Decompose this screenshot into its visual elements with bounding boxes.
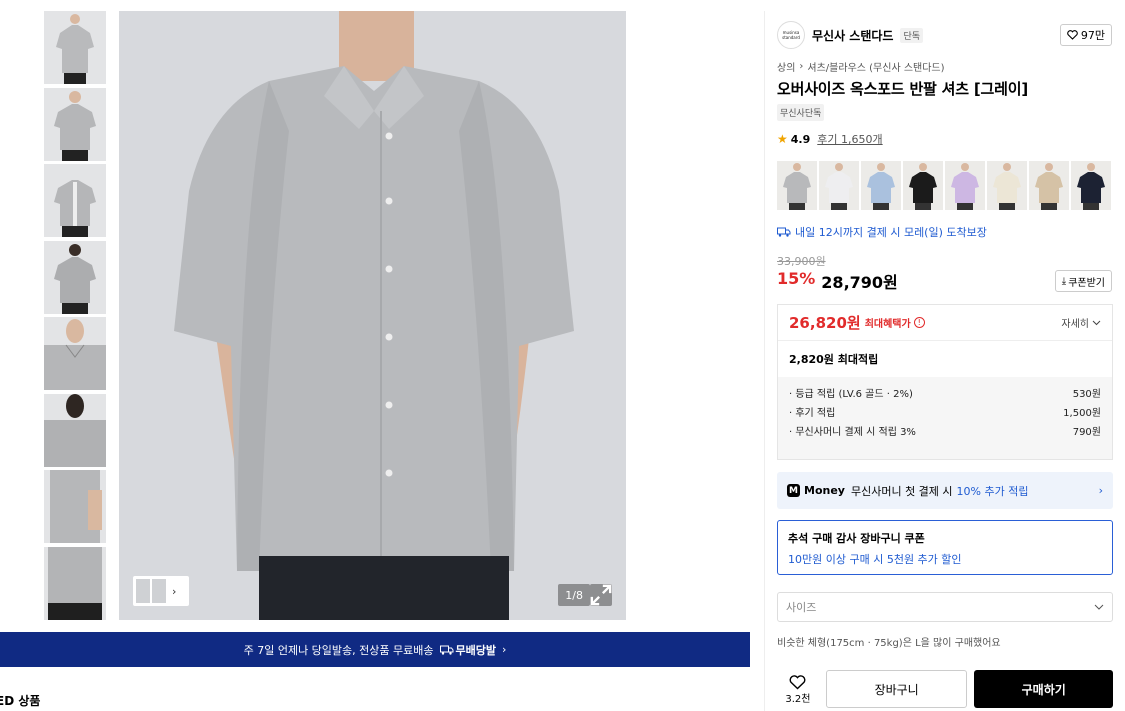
thumbnail-5[interactable]	[44, 317, 106, 390]
points-list: · 등급 적립 (LV.6 골드 · 2%) 530원 · 후기 적립 1,500원 ·…	[778, 377, 1112, 459]
mini-gallery-preview[interactable]: ›	[133, 576, 189, 606]
color-option-5[interactable]	[945, 161, 985, 210]
truck-icon	[439, 645, 453, 655]
max-benefit-label: 최대혜택가	[864, 319, 911, 330]
thumbnail-1[interactable]	[44, 11, 106, 84]
add-to-cart-button[interactable]: 장바구니	[825, 670, 968, 708]
image-counter: 1/8	[558, 584, 590, 606]
money-logo-icon: M	[787, 484, 800, 497]
section-title: ED 상품	[0, 694, 41, 708]
sale-price: 28,790원	[821, 273, 898, 292]
brand-exclusive-tag: 단독	[900, 27, 924, 43]
thumbnail-list	[44, 11, 106, 623]
brand-name[interactable]: 무신사 스탠다드	[812, 27, 893, 44]
point-value: 530원	[1072, 389, 1101, 400]
chevron-right-icon: ›	[172, 584, 177, 598]
original-price: 33,900원	[777, 255, 826, 268]
points-total: 2,820원 최대적립	[789, 353, 879, 366]
brand-row[interactable]: musinsa standard 무신사 스탠다드 단독	[777, 21, 924, 49]
point-value: 790원	[1072, 427, 1101, 438]
shipping-banner[interactable]: 주 7일 언제나 당일발송, 전상품 무료배송 무배당발 ›	[0, 632, 750, 667]
point-row: · 무신사머니 결제 시 적립 3% 790원	[789, 423, 1101, 442]
cart-coupon-promo[interactable]: 추석 구매 감사 장바구니 쿠폰 10만원 이상 구매 시 5천원 추가 할인	[777, 520, 1113, 575]
info-icon[interactable]: !	[913, 317, 925, 328]
banner-logo: 무배당발	[439, 642, 496, 658]
expand-icon[interactable]	[590, 584, 612, 606]
color-option-3[interactable]	[861, 161, 901, 210]
rating-row: ★ 4.9 후기 1,650개	[777, 131, 883, 147]
color-option-7[interactable]	[1029, 161, 1069, 210]
product-info-panel: musinsa standard 무신사 스탠다드 단독 97만 상의 › 셔츠…	[764, 11, 1125, 711]
brand-like-count: 97만	[1080, 29, 1105, 42]
size-placeholder: 사이즈	[786, 601, 817, 614]
heart-icon	[1067, 30, 1078, 40]
coupon-button[interactable]: ⤓ 쿠폰받기	[1054, 270, 1112, 292]
breadcrumb-root[interactable]: 상의	[777, 59, 795, 74]
chevron-down-icon	[1092, 320, 1101, 325]
color-options	[777, 161, 1111, 210]
product-title: 오버사이즈 옥스포드 반팔 셔츠 [그레이]	[777, 80, 1029, 98]
price-row: 15% 28,790원	[777, 269, 898, 293]
favorite-button[interactable]: 3.2천	[777, 670, 819, 710]
banner-text: 주 7일 언제나 당일발송, 전상품 무료배송	[243, 643, 434, 657]
breadcrumb: 상의 › 셔츠/블라우스 (무신사 스탠다드)	[777, 59, 945, 74]
money-promo-text: 무신사머니 첫 결제 시	[850, 484, 953, 498]
point-label: · 등급 적립 (LV.6 골드 · 2%)	[789, 389, 913, 400]
point-label: · 무신사머니 결제 시 적립 3%	[789, 427, 916, 438]
detail-toggle[interactable]: 자세히	[1061, 315, 1101, 330]
favorite-count: 3.2천	[785, 694, 811, 705]
brand-logo: musinsa standard	[777, 21, 805, 49]
thumbnail-2[interactable]	[44, 87, 106, 161]
chevron-right-icon: ›	[501, 643, 507, 656]
thumbnail-4[interactable]	[44, 240, 106, 314]
delivery-text: 내일 12시까지 결제 시 모레(일) 도착보장	[795, 226, 987, 239]
money-promo-highlight: 10% 추가 적립	[956, 484, 1029, 498]
rating-score: 4.9	[790, 132, 811, 146]
thumbnail-6[interactable]	[44, 393, 106, 467]
color-option-4[interactable]	[903, 161, 943, 210]
delivery-info: 내일 12시까지 결제 시 모레(일) 도착보장	[777, 224, 987, 240]
point-row: · 등급 적립 (LV.6 골드 · 2%) 530원	[789, 385, 1101, 404]
coupon-promo-subtitle: 10만원 이상 구매 시 5천원 추가 할인	[788, 553, 962, 566]
chevron-down-icon	[1094, 604, 1104, 610]
download-icon: ⤓	[1061, 275, 1067, 287]
banner-logo-text: 무배당발	[455, 643, 496, 657]
point-label: · 후기 적립	[789, 408, 836, 419]
coupon-promo-title: 추석 구매 감사 장바구니 쿠폰	[788, 532, 925, 545]
color-option-6[interactable]	[987, 161, 1027, 210]
max-benefit-price: 26,820원	[789, 314, 861, 332]
money-name: Money	[804, 484, 845, 497]
color-option-1[interactable]	[777, 161, 817, 210]
exclusive-badge: 무신사단독	[777, 104, 825, 121]
main-product-image[interactable]: › 1/8	[119, 11, 626, 620]
chevron-right-icon: ›	[1098, 484, 1103, 497]
thumbnail-8[interactable]	[44, 546, 106, 620]
thumbnail-3[interactable]	[44, 164, 106, 237]
size-recommendation: 비슷한 체형(175cm · 75kg)은 L을 많이 구매했어요	[777, 638, 1001, 649]
money-promo[interactable]: M Money 무신사머니 첫 결제 시 10% 추가 적립 ›	[777, 472, 1113, 509]
discount-rate: 15%	[777, 269, 816, 288]
color-option-8[interactable]	[1071, 161, 1111, 210]
detail-label: 자세히	[1061, 319, 1089, 330]
point-value: 1,500원	[1063, 408, 1101, 419]
size-select[interactable]: 사이즈	[777, 592, 1113, 622]
thumbnail-7[interactable]	[44, 470, 106, 543]
breadcrumb-separator: ›	[799, 61, 804, 72]
max-benefit-row[interactable]: 26,820원 최대혜택가 ! 자세히	[778, 305, 1112, 341]
reviews-link[interactable]: 후기 1,650개	[817, 131, 882, 147]
truck-icon	[777, 227, 791, 237]
buy-now-button[interactable]: 구매하기	[974, 670, 1113, 708]
heart-icon	[790, 675, 806, 690]
color-option-2[interactable]	[819, 161, 859, 210]
coupon-button-label: 쿠폰받기	[1068, 277, 1105, 289]
brand-like-button[interactable]: 97만	[1059, 24, 1112, 46]
breadcrumb-category[interactable]: 셔츠/블라우스 (무신사 스탠다드)	[807, 59, 944, 74]
star-icon: ★	[777, 132, 788, 146]
point-row: · 후기 적립 1,500원	[789, 404, 1101, 423]
purchase-bar: 3.2천 장바구니 구매하기	[777, 670, 1113, 710]
benefit-box: 26,820원 최대혜택가 ! 자세히 2,820원 최대적립 · 등급 적립 …	[777, 304, 1113, 460]
